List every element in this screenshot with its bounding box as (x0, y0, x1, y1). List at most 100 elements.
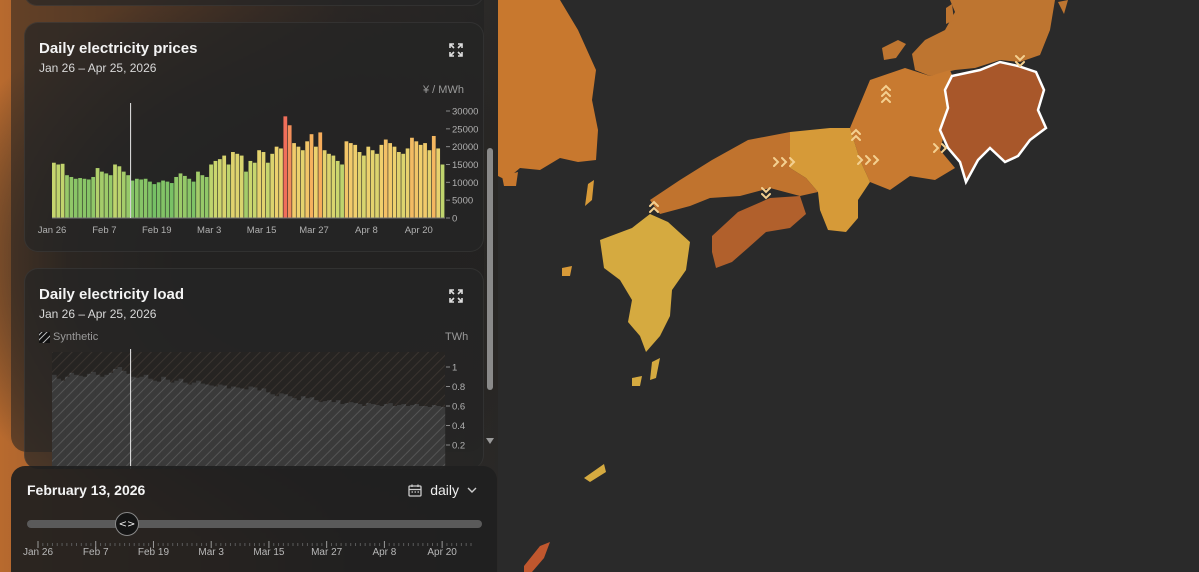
load-card-title: Daily electricity load (39, 286, 185, 303)
chevron-down-icon (467, 487, 477, 493)
y-tick-label: 0.2 (452, 441, 465, 452)
y-tick-label: 30000 (452, 107, 478, 118)
price-bar (73, 178, 78, 218)
price-bar (427, 150, 432, 218)
price-bar (279, 148, 283, 218)
calendar-icon (408, 484, 422, 497)
price-bar (353, 144, 358, 218)
load-bar (134, 377, 140, 469)
load-bar (335, 400, 341, 469)
load-bar (318, 402, 323, 469)
price-bar (183, 175, 187, 218)
selected-date: February 13, 2026 (27, 482, 146, 498)
price-bar (100, 171, 104, 218)
load-bar (204, 384, 210, 469)
price-bar (322, 150, 327, 218)
load-bar (314, 400, 319, 469)
price-bar (78, 178, 82, 218)
y-tick-label: 15000 (452, 160, 478, 171)
load-bar (174, 380, 179, 469)
charts-scroll-area[interactable]: Daily electricity prices Jan 26 – Apr 25… (11, 0, 484, 469)
load-bar (401, 404, 406, 469)
timeline-label: Jan 26 (22, 547, 54, 558)
price-bar (91, 176, 96, 218)
x-tick-label: Mar 27 (299, 225, 329, 236)
price-bar (300, 150, 305, 218)
price-bar (165, 181, 170, 218)
timeline-thumb[interactable]: <> (115, 512, 139, 536)
timeline-label: Mar 3 (198, 547, 224, 558)
timeline-label: Feb 19 (137, 547, 170, 558)
price-bar (405, 148, 410, 218)
timeline-panel: February 13, 2026 daily <> Jan 26 Feb 7 Fe… (11, 466, 497, 572)
expand-icon[interactable] (448, 42, 464, 58)
load-bar (148, 378, 153, 469)
price-bar (436, 148, 441, 218)
load-bar (121, 370, 127, 469)
x-tick-label: Apr 8 (355, 225, 378, 236)
price-bar (314, 146, 318, 218)
load-bar (436, 406, 441, 469)
load-bar (388, 403, 393, 469)
granularity-select[interactable]: daily (408, 480, 477, 500)
load-bar (353, 403, 358, 469)
load-bar (331, 402, 337, 469)
price-bar (213, 160, 218, 218)
scrollbar[interactable] (484, 0, 496, 452)
price-bar (396, 152, 401, 218)
load-bar (60, 380, 66, 469)
prices-card-subtitle: Jan 26 – Apr 25, 2026 (39, 61, 157, 75)
price-bar (178, 173, 183, 218)
y-tick-label: 0 (452, 214, 457, 225)
load-bar (209, 385, 214, 469)
price-bar (252, 162, 257, 218)
price-bar (270, 153, 275, 218)
load-bar (410, 405, 415, 469)
price-bar (187, 178, 192, 218)
price-bar (340, 164, 344, 218)
load-bar (226, 388, 232, 469)
load-bar (95, 374, 101, 469)
code-arrows-icon: <> (118, 518, 136, 530)
scrollbar-thumb[interactable] (487, 148, 493, 390)
timeline-track[interactable] (27, 520, 482, 528)
price-bar (196, 171, 200, 218)
load-bar (248, 386, 254, 469)
load-bar (191, 382, 197, 469)
load-bar (65, 376, 70, 469)
y-tick-label: 10000 (452, 178, 478, 189)
load-bar (357, 404, 363, 469)
price-bar (239, 155, 244, 218)
load-bar (265, 392, 271, 469)
load-bar (117, 367, 123, 469)
price-bar (204, 176, 209, 218)
x-tick-label: Feb 7 (92, 225, 116, 236)
y-tick-label: 0.8 (452, 382, 465, 393)
price-bar (292, 143, 296, 218)
price-bar (344, 141, 349, 218)
price-bar (56, 164, 61, 218)
price-bar (60, 163, 65, 218)
load-bar (252, 387, 258, 469)
load-bar (156, 381, 162, 469)
load-bar (82, 376, 88, 469)
load-bar (431, 405, 437, 469)
load-bar (100, 376, 105, 469)
load-bar (113, 368, 118, 469)
load-bar (414, 404, 419, 469)
price-bar (296, 146, 301, 218)
load-bar (405, 406, 411, 469)
price-bar (174, 176, 179, 218)
price-bar (348, 143, 353, 218)
prices-chart[interactable]: 0 5000 10000 15000 20000 25000 30000 Jan 26 Feb … (25, 103, 483, 243)
expand-icon[interactable] (448, 288, 464, 304)
y-tick-label: 5000 (452, 196, 473, 207)
load-bar (196, 380, 201, 469)
load-chart[interactable]: 0.2 0.4 0.6 0.8 1 (25, 349, 483, 469)
timeline-label: Feb 7 (82, 547, 109, 558)
load-bar (165, 379, 171, 469)
y-tick-label: 20000 (452, 142, 478, 153)
load-bar (348, 402, 354, 469)
price-bar (235, 153, 240, 218)
scroll-down-arrow-icon[interactable] (486, 438, 494, 444)
